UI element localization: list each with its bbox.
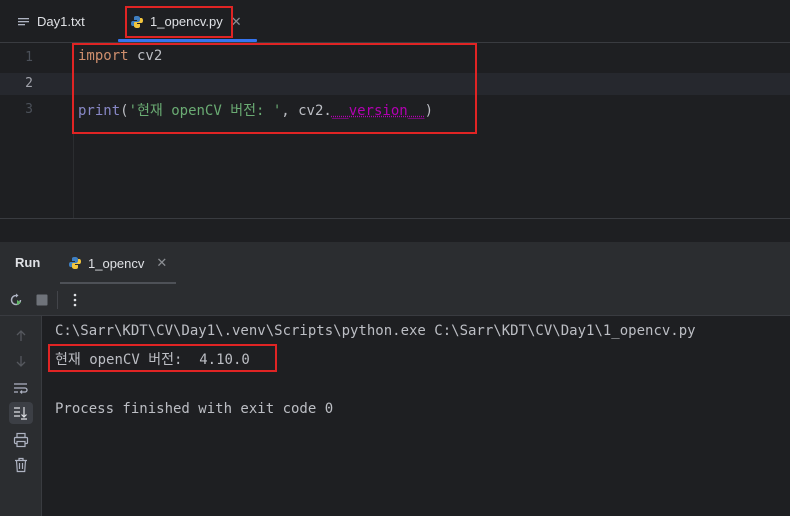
- trash-icon[interactable]: [12, 456, 30, 474]
- stop-icon[interactable]: [33, 291, 51, 309]
- console-line: C:\Sarr\KDT\CV\Day1\.venv\Scripts\python…: [55, 323, 696, 339]
- rerun-icon[interactable]: [7, 291, 25, 309]
- toolbar-separator: [57, 291, 58, 309]
- close-icon[interactable]: ✕: [231, 14, 242, 30]
- run-panel-header: Run 1_opencv ✕: [0, 242, 790, 284]
- panel-divider[interactable]: [0, 218, 790, 242]
- python-icon: [130, 15, 144, 29]
- console-side-toolbar: [0, 316, 42, 516]
- text-file-icon: [17, 15, 31, 29]
- code-line-3: print('현재 openCV 버전: ', cv2.__version__): [78, 103, 433, 119]
- more-options-icon[interactable]: [66, 291, 84, 309]
- run-panel-title: Run: [15, 255, 41, 270]
- print-icon[interactable]: [12, 431, 30, 449]
- tab-label: 1_opencv.py: [150, 14, 223, 29]
- arrow-up-icon[interactable]: [12, 327, 30, 345]
- line-number: 1: [25, 50, 33, 65]
- run-toolbar: [0, 284, 790, 316]
- line-number: 3: [25, 102, 33, 117]
- line-number: 2: [25, 76, 33, 91]
- console-line: Process finished with exit code 0: [55, 401, 334, 417]
- run-tab-1-opencv[interactable]: 1_opencv ✕: [68, 242, 167, 284]
- tab-day1-txt[interactable]: Day1.txt: [17, 0, 85, 43]
- run-console-output[interactable]: C:\Sarr\KDT\CV\Day1\.venv\Scripts\python…: [42, 316, 790, 516]
- editor-tab-bar: Day1.txt 1_opencv.py ✕: [0, 0, 790, 43]
- console-line: 현재 openCV 버전: 4.10.0: [55, 352, 250, 368]
- arrow-down-icon[interactable]: [12, 352, 30, 370]
- run-tab-label: 1_opencv: [88, 255, 145, 271]
- gutter-separator: [73, 43, 74, 218]
- soft-wrap-icon[interactable]: [12, 379, 30, 397]
- python-icon: [68, 256, 82, 270]
- tab-label: Day1.txt: [37, 14, 85, 29]
- scroll-to-end-toggle[interactable]: [9, 402, 33, 424]
- code-line-1: import cv2: [78, 48, 163, 64]
- current-line-highlight: [0, 73, 790, 95]
- close-icon[interactable]: ✕: [156, 255, 167, 271]
- tab-1-opencv-py[interactable]: 1_opencv.py ✕: [130, 0, 242, 43]
- code-editor[interactable]: 1 2 3 import cv2 print('현재 openCV 버전: ',…: [0, 43, 790, 218]
- active-tab-indicator: [118, 39, 257, 42]
